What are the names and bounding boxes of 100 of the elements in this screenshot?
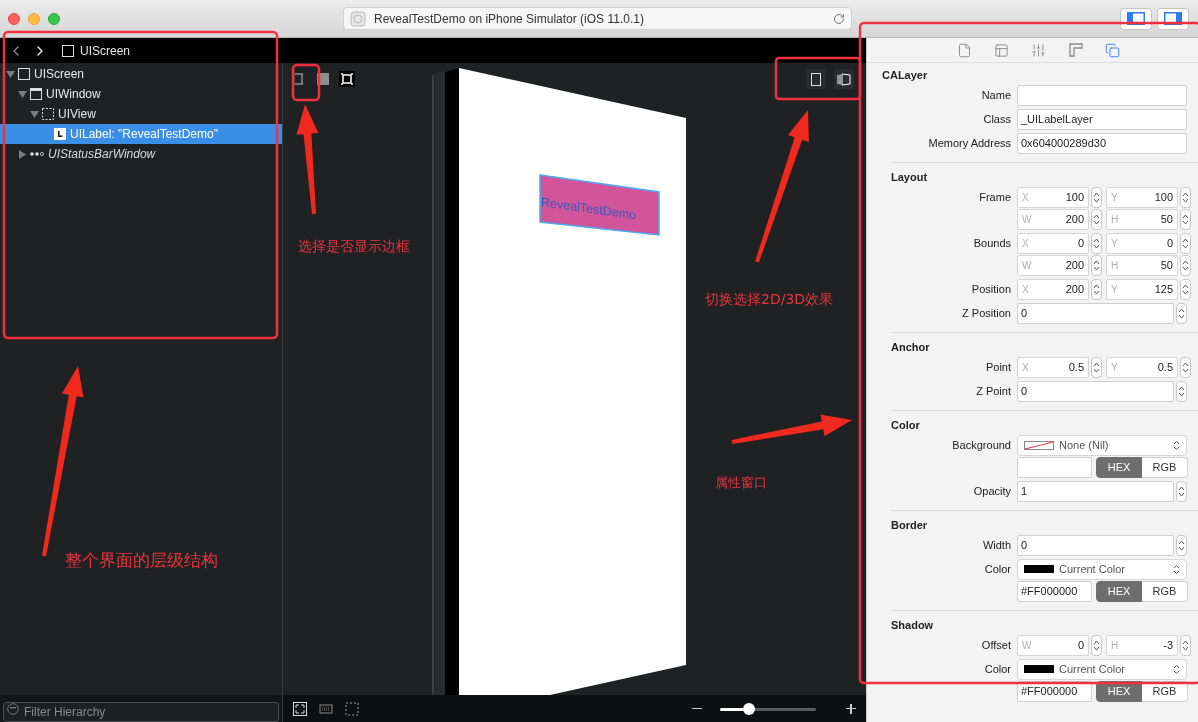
stepper[interactable] bbox=[1180, 356, 1191, 378]
dashed-frame-icon[interactable] bbox=[345, 701, 359, 716]
number-field[interactable]: X 200 bbox=[1017, 278, 1089, 300]
mode-segment[interactable]: HEX bbox=[1096, 580, 1142, 602]
inspector-tab[interactable] bbox=[1105, 42, 1120, 58]
number-field[interactable]: Y 100 bbox=[1106, 186, 1178, 208]
inspector-tab[interactable] bbox=[994, 42, 1009, 58]
number-field[interactable]: X 0.5 bbox=[1017, 356, 1089, 378]
expanded-triangle-icon[interactable] bbox=[17, 89, 27, 99]
screen-icon bbox=[18, 68, 30, 80]
stepper[interactable] bbox=[1091, 356, 1102, 378]
expanded-triangle-icon[interactable] bbox=[5, 69, 15, 79]
inspector-tab[interactable] bbox=[957, 42, 972, 58]
stepper[interactable] bbox=[1176, 534, 1187, 556]
color-popup[interactable]: Current Color bbox=[1017, 558, 1187, 580]
field-label: Z Point bbox=[976, 383, 1011, 399]
stepper[interactable] bbox=[1176, 302, 1187, 324]
reload-icon[interactable] bbox=[833, 12, 845, 25]
number-field[interactable]: Y 0 bbox=[1106, 232, 1178, 254]
mode-segment[interactable]: RGB bbox=[1142, 456, 1188, 478]
stepper[interactable] bbox=[1180, 278, 1191, 300]
number-field[interactable]: H 50 bbox=[1106, 254, 1178, 276]
text-field[interactable]: _UILabelLayer bbox=[1017, 108, 1187, 130]
two-d-view-button[interactable] bbox=[806, 69, 826, 89]
hex-field[interactable]: #FF000000 bbox=[1017, 580, 1092, 602]
text-field[interactable]: 0x604000289d30 bbox=[1017, 132, 1187, 154]
stepper[interactable] bbox=[1091, 634, 1102, 656]
close-button[interactable] bbox=[8, 12, 20, 25]
color-popup[interactable]: Current Color bbox=[1017, 658, 1187, 680]
tree-row[interactable]: UIScreen bbox=[0, 64, 282, 84]
tree-row[interactable]: UIStatusBarWindow bbox=[0, 144, 282, 164]
text-field[interactable] bbox=[1017, 84, 1187, 106]
stepper[interactable] bbox=[1180, 208, 1191, 230]
inspector-tab[interactable] bbox=[1031, 42, 1046, 58]
right-panel-toggle[interactable] bbox=[1157, 7, 1189, 30]
number-field[interactable]: 0 bbox=[1017, 302, 1174, 324]
stepper[interactable] bbox=[1091, 278, 1102, 300]
label-layer-drawing[interactable] bbox=[539, 174, 660, 236]
frame-toggle[interactable] bbox=[339, 71, 355, 87]
number-field[interactable]: 0 bbox=[1017, 380, 1174, 402]
inspector-tab[interactable] bbox=[1068, 42, 1083, 58]
color-popup[interactable]: None (Nil) bbox=[1017, 434, 1187, 456]
dots-icon bbox=[30, 152, 44, 156]
zoom-slider-thumb[interactable] bbox=[742, 702, 755, 715]
number-field[interactable]: Y 0.5 bbox=[1106, 356, 1178, 378]
number-field[interactable]: W 0 bbox=[1017, 634, 1089, 656]
number-field[interactable]: H 50 bbox=[1106, 208, 1178, 230]
section-title: Border bbox=[891, 517, 928, 533]
file-icon bbox=[957, 42, 972, 58]
number-field[interactable]: W 200 bbox=[1017, 254, 1089, 276]
stepper[interactable] bbox=[1180, 186, 1191, 208]
mode-segment[interactable]: HEX bbox=[1096, 456, 1142, 478]
stepper[interactable] bbox=[1176, 380, 1187, 402]
mode-segment[interactable]: HEX bbox=[1096, 680, 1142, 702]
stepper[interactable] bbox=[1180, 232, 1191, 254]
left-panel-toggle[interactable] bbox=[1120, 7, 1152, 30]
mode-segment[interactable]: RGB bbox=[1142, 580, 1188, 602]
mode-segment[interactable]: RGB bbox=[1142, 680, 1188, 702]
up-down-chevron-icon bbox=[1093, 212, 1100, 226]
up-down-chevron-icon bbox=[1182, 258, 1189, 272]
zoom-out-icon[interactable] bbox=[692, 707, 702, 710]
stepper[interactable] bbox=[1091, 186, 1102, 208]
stepper[interactable] bbox=[1176, 480, 1187, 502]
number-field[interactable]: H -3 bbox=[1106, 634, 1178, 656]
tree-label: UIWindow bbox=[46, 86, 101, 103]
expanded-triangle-icon[interactable] bbox=[29, 109, 39, 119]
fit-icon[interactable] bbox=[293, 701, 307, 716]
hex-field[interactable] bbox=[1017, 456, 1092, 478]
stepper[interactable] bbox=[1091, 208, 1102, 230]
up-down-chevron-icon bbox=[1182, 638, 1189, 652]
up-down-chevron-icon bbox=[1182, 282, 1189, 296]
tree-row[interactable]: UIView bbox=[0, 104, 282, 124]
up-down-chevron-icon bbox=[1182, 360, 1189, 374]
window-title: RevealTestDemo on iPhone Simulator (iOS 11.0.1) bbox=[374, 10, 645, 28]
field-label: Point bbox=[985, 359, 1011, 375]
field-label: Offset bbox=[981, 637, 1011, 653]
collapsed-triangle-icon[interactable] bbox=[17, 149, 27, 159]
number-field[interactable]: Y 125 bbox=[1106, 278, 1178, 300]
section-title: Color bbox=[891, 417, 920, 433]
number-field[interactable]: X 100 bbox=[1017, 186, 1089, 208]
filter-field[interactable]: Filter Hierarchy bbox=[3, 701, 279, 722]
stepper[interactable] bbox=[1091, 254, 1102, 276]
number-field[interactable]: 0 bbox=[1017, 534, 1174, 556]
stepper[interactable] bbox=[1180, 634, 1191, 656]
up-down-chevron-icon bbox=[1173, 563, 1180, 575]
breadcrumb-label[interactable]: UIScreen bbox=[80, 41, 131, 60]
highlight-frame bbox=[291, 63, 321, 102]
zoom-in-icon[interactable] bbox=[846, 703, 856, 714]
number-field[interactable]: 1 bbox=[1017, 480, 1174, 502]
up-down-chevron-icon bbox=[1093, 638, 1100, 652]
hex-field[interactable]: #FF000000 bbox=[1017, 680, 1092, 702]
number-field[interactable]: X 0 bbox=[1017, 232, 1089, 254]
up-down-chevron-icon bbox=[1182, 190, 1189, 204]
stepper[interactable] bbox=[1180, 254, 1191, 276]
tree-row[interactable]: UIWindow bbox=[0, 84, 282, 104]
stepper[interactable] bbox=[1091, 232, 1102, 254]
three-d-view-button[interactable] bbox=[834, 69, 854, 89]
field-label: Opacity bbox=[973, 483, 1011, 499]
number-field[interactable]: W 200 bbox=[1017, 208, 1089, 230]
annotation-text: 切换选择2D/3D效果 bbox=[705, 290, 834, 309]
